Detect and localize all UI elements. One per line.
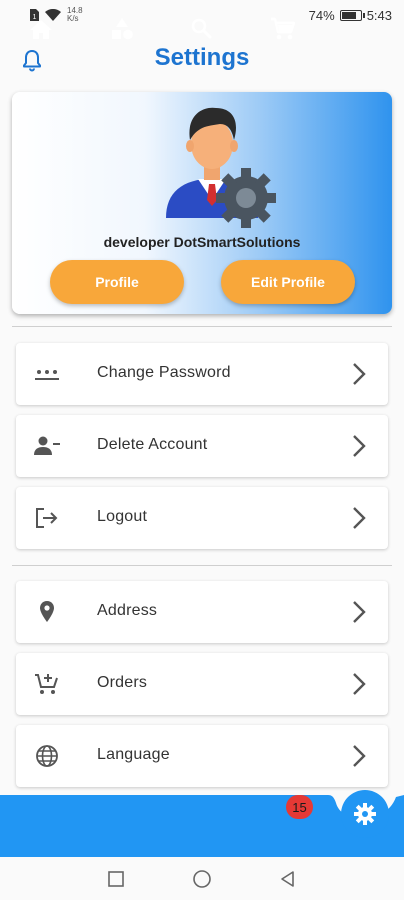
home-button-icon[interactable] <box>192 869 212 889</box>
menu-label-language: Language <box>97 746 170 763</box>
menu-label-delete-account: Delete Account <box>97 436 208 453</box>
menu-label-logout: Logout <box>97 508 148 525</box>
chevron-right-icon <box>353 673 366 695</box>
user-name: developer DotSmartSolutions <box>103 234 301 250</box>
menu-item-logout[interactable]: Logout <box>16 487 388 549</box>
gear-icon <box>354 803 376 825</box>
menu-item-change-password[interactable]: Change Password <box>16 343 388 405</box>
network-speed-unit: K/s <box>67 14 79 23</box>
location-pin-icon <box>40 601 54 622</box>
menu-label-orders: Orders <box>97 674 148 691</box>
battery-percent: 74% <box>308 7 335 23</box>
chevron-right-icon <box>353 363 366 385</box>
chevron-right-icon <box>353 507 366 529</box>
battery-icon <box>339 9 365 21</box>
categories-icon[interactable] <box>105 14 139 44</box>
clock: 5:43 <box>366 7 392 23</box>
battery-fill <box>341 11 357 19</box>
search-icon[interactable] <box>185 14 219 44</box>
chevron-right-icon <box>353 745 366 767</box>
developer-avatar-illustration <box>166 107 276 228</box>
app-header: Settings <box>0 40 404 80</box>
profile-button[interactable]: Profile <box>50 260 184 304</box>
cart-add-icon <box>35 674 58 694</box>
page-title: Settings <box>154 44 250 71</box>
person-remove-icon <box>34 436 60 455</box>
edit-profile-button[interactable]: Edit Profile <box>221 260 355 304</box>
menu-item-delete-account[interactable]: Delete Account <box>16 415 388 477</box>
chevron-right-icon <box>353 435 366 457</box>
menu-item-address[interactable]: Address <box>16 581 388 643</box>
divider <box>12 326 392 327</box>
divider <box>12 565 392 566</box>
globe-icon <box>36 745 58 767</box>
system-nav-bar <box>0 857 404 900</box>
menu-item-orders[interactable]: Orders <box>16 653 388 715</box>
logout-icon <box>36 508 58 528</box>
chevron-right-icon <box>353 601 366 623</box>
menu-label-change-password: Change Password <box>97 364 231 381</box>
menu-item-language[interactable]: Language <box>16 725 388 787</box>
status-right: 74% 5:43 <box>309 8 392 23</box>
recent-apps-icon[interactable] <box>106 869 126 889</box>
cart-icon[interactable] <box>266 14 300 44</box>
network-speed: 14.8 K/s <box>67 7 83 23</box>
menu-label-address: Address <box>97 602 158 619</box>
settings-fab[interactable] <box>341 790 389 838</box>
profile-card: developer DotSmartSolutions Profile Edit… <box>12 92 392 314</box>
password-dots-icon <box>35 370 59 380</box>
back-icon[interactable] <box>278 869 298 889</box>
home-icon[interactable] <box>24 14 58 44</box>
cart-badge: 15 <box>286 795 313 819</box>
